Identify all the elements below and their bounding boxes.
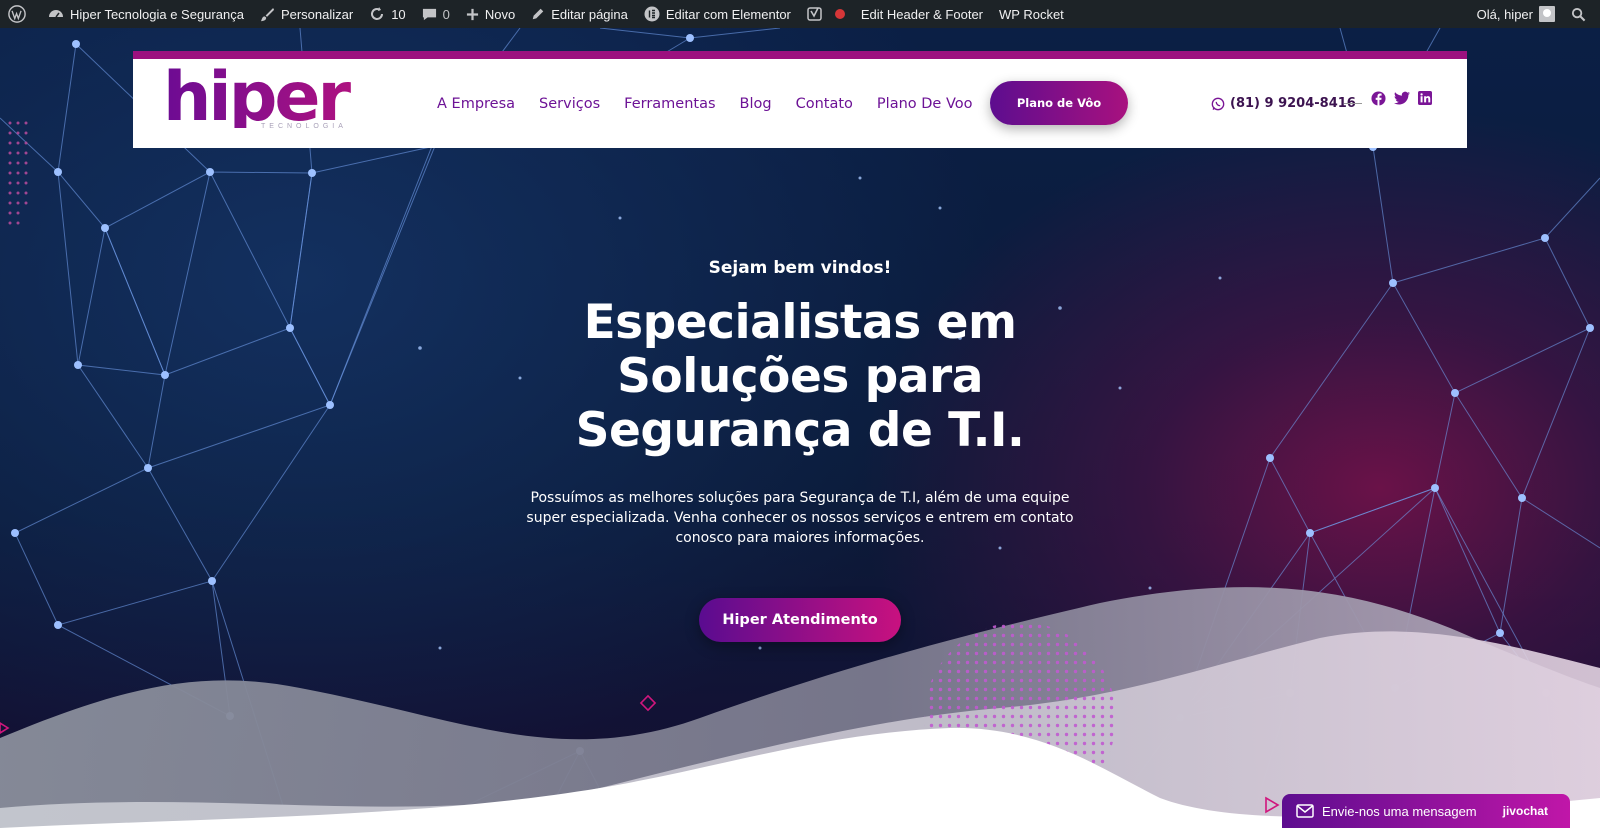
- site-name: Hiper Tecnologia e Segurança: [70, 6, 244, 22]
- search-icon: [1571, 7, 1586, 21]
- edit-elementor-label: Editar com Elementor: [665, 6, 791, 22]
- phone-link[interactable]: (81) 9 9204-8416: [1211, 59, 1356, 148]
- welcome-text: Sejam bem vindos!: [708, 258, 892, 278]
- admin-search-button[interactable]: [1563, 0, 1600, 28]
- edit-header-footer-link[interactable]: Edit Header & Footer: [853, 0, 991, 28]
- new-content-link[interactable]: Novo: [458, 0, 523, 28]
- facebook-icon[interactable]: [1371, 91, 1386, 106]
- pencil-icon: [533, 8, 544, 20]
- yoast-seo-menu[interactable]: [799, 0, 853, 28]
- plus-icon: [466, 8, 478, 20]
- site-name-link[interactable]: Hiper Tecnologia e Segurança: [40, 0, 252, 28]
- mail-icon: [1296, 804, 1314, 818]
- admin-bar: Hiper Tecnologia e Segurança Personaliza…: [0, 0, 1600, 28]
- wordpress-logo-button[interactable]: [0, 0, 40, 28]
- edit-page-label: Editar página: [551, 6, 628, 22]
- logo-subtext: TECNOLOGIA: [261, 123, 347, 130]
- user-account-menu[interactable]: Olá, hiper: [1469, 0, 1563, 28]
- customize-link[interactable]: Personalizar: [252, 0, 361, 28]
- comments-count: 0: [442, 6, 450, 22]
- dashboard-icon: [49, 10, 63, 18]
- whatsapp-icon: [1211, 97, 1225, 110]
- elementor-icon: [644, 6, 660, 22]
- chat-label: Envie-nos uma mensagem: [1322, 803, 1477, 819]
- edit-page-link[interactable]: Editar página: [523, 0, 636, 28]
- hero-section: Sejam bem vindos! Especialistas em Soluç…: [0, 28, 1600, 828]
- chat-widget[interactable]: Envie-nos uma mensagem jivochat: [1282, 794, 1570, 828]
- new-label: Novo: [484, 6, 516, 22]
- yoast-icon: [807, 7, 822, 21]
- hiper-atendimento-button[interactable]: Hiper Atendimento: [699, 598, 901, 642]
- nav-item-contato[interactable]: Contato: [796, 96, 853, 112]
- phone-number: (81) 9 9204-8416: [1230, 96, 1356, 111]
- seo-status-dot: [834, 9, 845, 19]
- chat-brand: jivochat: [1502, 804, 1548, 818]
- social-links: [1371, 91, 1432, 106]
- logo-wordmark: hiper: [163, 64, 363, 132]
- user-greeting: Olá, hiper: [1476, 6, 1533, 22]
- nav-item-ferramentas[interactable]: Ferramentas: [624, 96, 715, 112]
- wp-rocket-label: WP Rocket: [999, 6, 1064, 22]
- updates-count: 10: [391, 6, 406, 22]
- twitter-icon[interactable]: [1394, 91, 1410, 106]
- wp-rocket-link[interactable]: WP Rocket: [991, 0, 1072, 28]
- avatar: [1539, 6, 1555, 22]
- edit-elementor-link[interactable]: Editar com Elementor: [636, 0, 799, 28]
- nav-item-servicos[interactable]: Serviços: [539, 96, 600, 112]
- brush-icon: [260, 7, 274, 21]
- linkedin-icon[interactable]: [1418, 91, 1432, 106]
- customize-label: Personalizar: [280, 6, 354, 22]
- comment-icon: [422, 8, 436, 20]
- site-logo[interactable]: hiper TECNOLOGIA: [163, 64, 363, 138]
- wordpress-icon: [8, 5, 26, 23]
- updates-link[interactable]: 10: [361, 0, 413, 28]
- hero-headline: Especialistas em Soluções para Segurança…: [575, 295, 1025, 458]
- comments-link[interactable]: 0: [414, 0, 458, 28]
- nav-item-blog[interactable]: Blog: [740, 96, 772, 112]
- nav-item-plano-de-voo[interactable]: Plano De Voo: [877, 96, 973, 112]
- plano-de-voo-button[interactable]: Plano de Vôo: [990, 81, 1128, 125]
- hero-description: Possuímos as melhores soluções para Segu…: [526, 490, 1074, 546]
- nav-item-a-empresa[interactable]: A Empresa: [437, 96, 515, 112]
- main-nav: A Empresa Serviços Ferramentas Blog Cont…: [437, 59, 972, 148]
- site-header: hiper TECNOLOGIA A Empresa Serviços Ferr…: [133, 51, 1467, 148]
- updates-icon: [371, 7, 384, 20]
- divider: [1344, 103, 1362, 104]
- edit-header-footer-label: Edit Header & Footer: [860, 6, 984, 22]
